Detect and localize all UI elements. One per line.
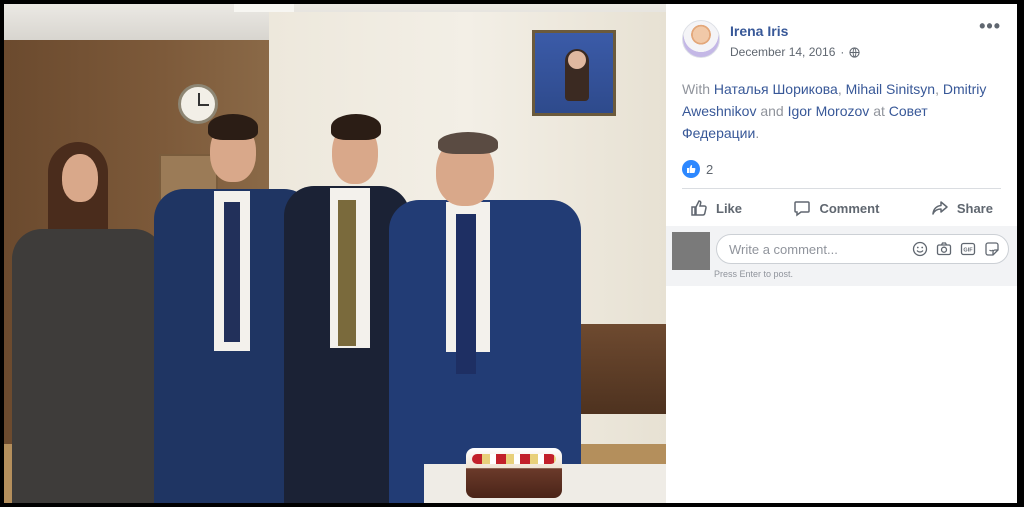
hair	[438, 132, 498, 154]
framed-portrait	[532, 30, 616, 116]
more-options-button[interactable]: •••	[979, 16, 1001, 37]
svg-text:GIF: GIF	[963, 248, 973, 254]
sweater	[12, 229, 164, 503]
commenter-avatar	[672, 232, 710, 270]
divider	[682, 188, 1001, 189]
tagged-link-1[interactable]: Наталья Шорикова	[714, 81, 838, 97]
post-meta: December 14, 2016 ·	[730, 45, 861, 59]
author-avatar[interactable]	[682, 20, 720, 58]
face	[62, 154, 98, 202]
comment-input[interactable]: Write a comment... GIF	[716, 234, 1009, 264]
emoji-icon[interactable]	[912, 241, 928, 257]
birthday-cake	[466, 448, 562, 498]
tagged-link-4[interactable]: Igor Morozov	[788, 103, 870, 119]
post-photo[interactable]	[4, 4, 666, 503]
hair	[331, 114, 381, 140]
with-prefix: With	[682, 81, 710, 97]
tagged-link-2[interactable]: Mihail Sinitsyn	[846, 81, 935, 97]
at-word: at	[873, 103, 885, 119]
tie	[456, 214, 476, 374]
comment-placeholder[interactable]: Write a comment...	[729, 242, 912, 257]
share-label: Share	[956, 200, 993, 216]
camera-icon[interactable]	[936, 241, 952, 257]
and-word: and	[760, 103, 784, 119]
hair	[208, 114, 258, 140]
ceiling-light	[234, 4, 294, 12]
portrait-head	[568, 51, 586, 69]
post-date[interactable]: December 14, 2016	[730, 45, 835, 59]
comment-bubble-icon	[794, 201, 811, 217]
like-reaction-icon	[682, 160, 700, 178]
tagged-text: With Наталья Шорикова, Mihail Sinitsyn, …	[682, 78, 1006, 144]
meta-separator: ·	[840, 45, 845, 59]
comma: ,	[935, 81, 939, 97]
like-label: Like	[716, 200, 743, 216]
tie	[224, 202, 240, 342]
comment-label: Comment	[819, 200, 880, 216]
comment-composer: Write a comment... GIF Press Enter to po…	[666, 226, 1017, 286]
composer-icons: GIF	[912, 241, 1000, 257]
period: .	[755, 125, 760, 141]
tie	[338, 200, 356, 346]
globe-icon[interactable]	[849, 46, 861, 58]
reaction-summary[interactable]: 2	[682, 160, 713, 178]
reaction-count: 2	[706, 161, 714, 177]
share-button[interactable]: Share	[923, 192, 1001, 224]
wall-clock	[178, 84, 218, 124]
thumbs-up-icon	[691, 200, 707, 216]
press-enter-hint: Press Enter to post.	[714, 269, 794, 279]
action-bar: Like Comment Share	[682, 192, 1001, 224]
comment-button[interactable]: Comment	[785, 192, 887, 224]
sticker-icon[interactable]	[984, 241, 1000, 257]
share-arrow-icon	[932, 201, 948, 215]
like-button[interactable]: Like	[682, 192, 750, 224]
post-side-panel: Irena Iris December 14, 2016 · ••• With …	[666, 4, 1017, 503]
gif-icon[interactable]: GIF	[960, 241, 976, 257]
comma: ,	[837, 81, 842, 97]
author-name[interactable]: Irena Iris	[730, 23, 788, 39]
